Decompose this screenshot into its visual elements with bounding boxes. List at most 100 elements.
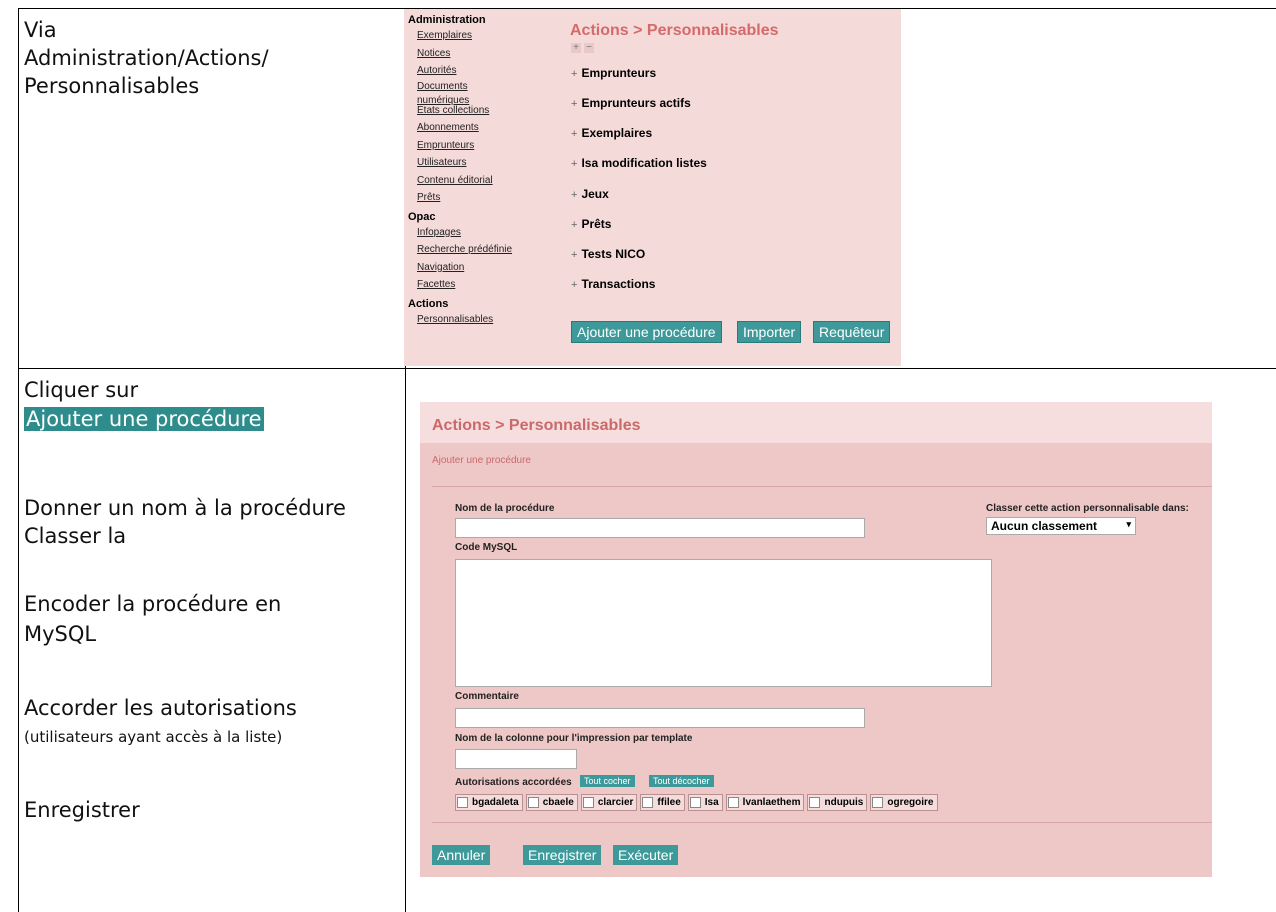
procedure-name-label: Nom de la procédure <box>455 503 555 514</box>
menu-item-navigation[interactable]: Navigation <box>417 259 548 277</box>
user-checkbox[interactable]: ogregoire <box>870 794 938 811</box>
cancel-button[interactable]: Annuler <box>432 845 491 865</box>
column-label: Nom de la colonne pour l'impression par … <box>455 733 693 744</box>
column-input[interactable] <box>455 749 577 769</box>
admin-menu: Administration Exemplaires Notices Autor… <box>408 14 548 328</box>
user-checkboxes: bgadaleta cbaele clarcier ffilee Isa lva… <box>455 794 941 811</box>
instruction-via: Via Administration/Actions/ Personnalisa… <box>24 18 269 98</box>
group-label: Jeux <box>581 187 609 201</box>
instruction-highlight: Ajouter une procédure <box>24 405 264 433</box>
page-title: Actions > Personnalisables <box>570 22 779 39</box>
user-checkbox[interactable]: Isa <box>687 794 723 811</box>
checkbox-icon <box>582 797 594 808</box>
classify-select[interactable]: Aucun classement ▾ <box>986 517 1136 535</box>
code-textarea[interactable] <box>455 559 992 687</box>
user-name: ndupuis <box>824 797 864 808</box>
plus-icon: + <box>571 158 578 170</box>
user-name: lvanlaethem <box>742 797 801 808</box>
section-subtitle: Ajouter une procédure <box>432 455 531 466</box>
checkbox-icon <box>689 797 701 808</box>
group-label: Emprunteurs actifs <box>581 96 691 110</box>
user-checkbox[interactable]: bgadaleta <box>455 794 523 811</box>
user-name: ogregoire <box>887 797 934 808</box>
page-title: Actions > Personnalisables <box>432 417 641 434</box>
plus-icon: + <box>571 189 578 201</box>
menu-item-infopages[interactable]: Infopages <box>417 224 548 242</box>
group-jeux[interactable]: + Jeux <box>571 187 609 203</box>
menu-item-etats[interactable]: Etats collections <box>417 102 548 120</box>
group-prets[interactable]: + Prêts <box>571 217 611 233</box>
add-procedure-button[interactable]: Ajouter une procédure <box>571 321 722 343</box>
execute-button[interactable]: Exécuter <box>613 845 679 865</box>
menu-item-exemplaires[interactable]: Exemplaires <box>417 27 548 45</box>
group-label: Emprunteurs <box>581 66 657 80</box>
separator <box>432 486 1212 487</box>
instruction-name: Donner un nom à la procédure <box>24 496 346 520</box>
table-border-middle <box>18 368 1276 369</box>
menu-item-prets[interactable]: Prêts <box>417 189 548 207</box>
plus-icon: + <box>571 128 578 140</box>
instruction-click: Cliquer sur <box>24 378 139 402</box>
menu-item-autorites[interactable]: Autorités <box>417 62 548 80</box>
plus-icon: + <box>571 219 578 231</box>
plus-icon: + <box>571 249 578 261</box>
expand-collapse-controls: + − <box>571 42 597 53</box>
menu-item-utilisateurs[interactable]: Utilisateurs <box>417 154 548 172</box>
checkbox-icon <box>872 797 884 808</box>
checkbox-icon <box>642 797 654 808</box>
instruction-mysql: MySQL <box>24 622 97 646</box>
group-label: Tests NICO <box>581 247 646 261</box>
checkbox-icon <box>457 797 468 808</box>
group-emprunteurs-actifs[interactable]: + Emprunteurs actifs <box>571 96 691 112</box>
save-button[interactable]: Enregistrer <box>523 845 602 865</box>
plus-icon: + <box>571 279 578 291</box>
group-isa[interactable]: + Isa modification listes <box>571 156 707 172</box>
comment-label: Commentaire <box>455 691 519 702</box>
comment-input[interactable] <box>455 708 865 728</box>
group-label: Prêts <box>581 217 612 231</box>
menu-item-recherche[interactable]: Recherche prédéfinie <box>417 241 548 259</box>
menu-item-personnalisables[interactable]: Personnalisables <box>417 311 548 329</box>
highlighted-button-name: Ajouter une procédure <box>24 407 264 431</box>
collapse-all-icon[interactable]: − <box>584 43 594 53</box>
requeteur-button[interactable]: Requêteur <box>813 321 891 343</box>
user-checkbox[interactable]: ffilee <box>640 794 685 811</box>
group-emprunteurs[interactable]: + Emprunteurs <box>571 66 656 82</box>
user-name: ffilee <box>657 797 681 808</box>
instruction-auth: Accorder les autorisations <box>24 696 297 720</box>
group-transactions[interactable]: + Transactions <box>571 277 655 293</box>
checkbox-icon <box>809 797 821 808</box>
menu-section-administration: Administration <box>408 14 486 26</box>
user-name: cbaele <box>542 797 574 808</box>
user-name: bgadaleta <box>472 797 519 808</box>
auth-label: Autorisations accordées <box>455 777 572 788</box>
menu-section-opac: Opac <box>408 210 436 223</box>
user-checkbox[interactable]: clarcier <box>580 794 638 811</box>
user-checkbox[interactable]: ndupuis <box>807 794 868 811</box>
menu-item-notices[interactable]: Notices <box>417 45 548 63</box>
group-tests[interactable]: + Tests NICO <box>571 247 645 263</box>
code-label: Code MySQL <box>455 542 518 553</box>
group-label: Isa modification listes <box>581 156 707 170</box>
user-name: clarcier <box>597 797 634 808</box>
import-button[interactable]: Importer <box>737 321 802 343</box>
menu-item-contenu[interactable]: Contenu éditorial <box>417 172 548 190</box>
uncheck-all-button[interactable]: Tout décocher <box>649 775 714 787</box>
menu-item-facettes[interactable]: Facettes <box>417 276 548 294</box>
menu-item-abonnements[interactable]: Abonnements <box>417 119 548 137</box>
procedure-name-input[interactable] <box>455 518 865 538</box>
screenshot-actions-list: Administration Exemplaires Notices Autor… <box>404 9 901 366</box>
menu-section-actions: Actions <box>408 297 449 310</box>
user-checkbox[interactable]: cbaele <box>525 794 578 811</box>
chevron-down-icon: ▾ <box>1126 519 1131 529</box>
check-all-button[interactable]: Tout cocher <box>580 775 635 787</box>
classify-label: Classer cette action personnalisable dan… <box>986 503 1189 514</box>
plus-icon: + <box>571 98 578 110</box>
menu-item-documents[interactable]: Documents numériques <box>417 80 487 106</box>
group-label: Transactions <box>581 277 656 291</box>
group-exemplaires[interactable]: + Exemplaires <box>571 126 652 142</box>
user-checkbox[interactable]: lvanlaethem <box>725 794 805 811</box>
expand-all-icon[interactable]: + <box>571 43 581 53</box>
plus-icon: + <box>571 68 578 80</box>
menu-item-emprunteurs[interactable]: Emprunteurs <box>417 137 548 155</box>
